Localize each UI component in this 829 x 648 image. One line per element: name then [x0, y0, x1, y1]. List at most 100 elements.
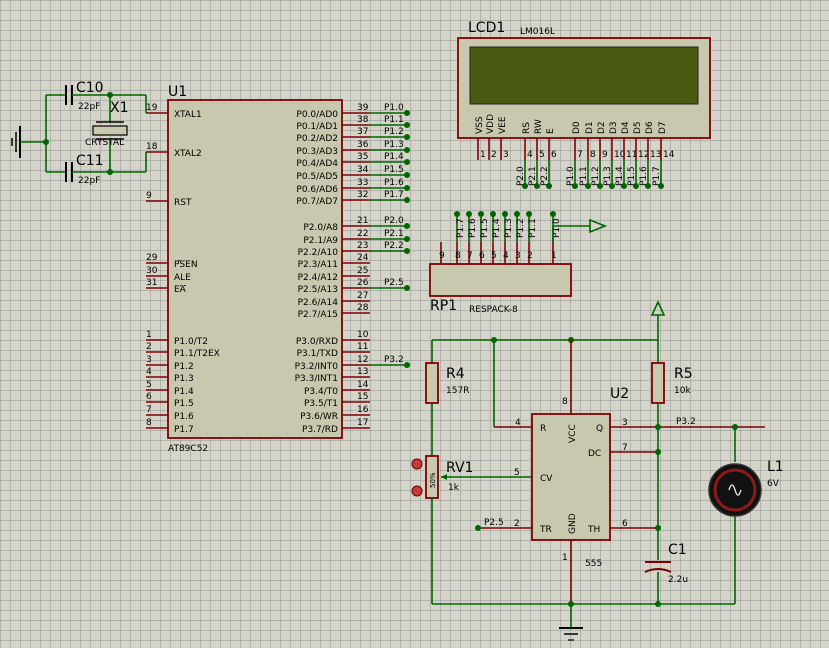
- rv1-ref: RV1: [446, 460, 473, 476]
- u1-net-label: P1.6: [384, 178, 404, 188]
- u1-pin-num: 36: [357, 140, 369, 150]
- lcd1-pin-name: VSS: [475, 116, 485, 134]
- r4-value: 157R: [446, 386, 469, 396]
- schematic-svg: LCD1 LM016L VSS1VDD2VEE3RS4P2.0RW5P2.1E6…: [11, 20, 784, 641]
- u1-pin-name: P2.7/A15: [298, 310, 338, 320]
- l1-ref: L1: [767, 459, 784, 475]
- u1-pin-name: P0.4/AD4: [296, 159, 338, 169]
- lcd1-pin-name: E: [546, 128, 556, 134]
- lcd1-part: LM016L: [520, 27, 555, 37]
- u1-pin-name: P0.0/AD0: [296, 110, 338, 120]
- schematic-canvas[interactable]: LCD1 LM016L VSS 1 VDD 2 VEE 3 RS 4 P2.0 RW 5 P2.1 E 6…: [0, 0, 829, 648]
- u1-pin-num: 30: [146, 266, 158, 276]
- lcd1-pin-name: D7: [658, 121, 668, 134]
- u1-pin-name: P2.5/A13: [298, 285, 338, 295]
- u2-part: 555: [585, 559, 602, 569]
- u1-pin-num: 33: [357, 178, 368, 188]
- u1-ref: U1: [168, 84, 187, 100]
- u1-net-label: P1.2: [384, 127, 404, 137]
- u1-pin-name: P0.6/AD6: [296, 185, 338, 195]
- lcd1-pin-name: D5: [633, 121, 643, 134]
- u1-net-label: P3.2: [384, 355, 404, 365]
- u1-pin-num: 34: [357, 165, 369, 175]
- c10-ref: C10: [76, 80, 104, 96]
- lcd1-net-label: P2.2: [540, 166, 550, 186]
- u1-pin-name: XTAL2: [174, 149, 202, 159]
- u1-pin-name: P3.2/INT0: [295, 362, 339, 372]
- rp1-pin-num: 2: [527, 251, 533, 261]
- tr-net-label: P2.5: [484, 518, 504, 528]
- x1-value: CRYSTAL: [85, 138, 124, 148]
- rp1-pin-6[interactable]: 6 P1.5: [478, 211, 490, 264]
- u1-pin-name: ALE: [174, 273, 191, 283]
- rp1-pin-3[interactable]: 3 P1.2: [514, 211, 526, 264]
- rp1-net-label: P1.4: [492, 218, 502, 238]
- u1-pin-num: 1: [146, 330, 152, 340]
- u1-pin-name: P3.7/RD: [302, 425, 338, 435]
- u1-pin-num: 10: [357, 330, 369, 340]
- u1-pin-name: P2.4/A12: [298, 273, 338, 283]
- u1[interactable]: U1 AT89C52 19XTAL118XTAL29RST29PSEN30ALE…: [146, 84, 410, 454]
- c10-value: 22pF: [78, 102, 100, 112]
- u1-pin-name: P3.6/WR: [300, 412, 338, 422]
- lcd1-net-label: P1.4: [615, 166, 625, 186]
- lcd1-pins: VSS 1 VDD 2 VEE 3 RS 4P2.0 RW 5P2.1 E 6P2.2 D0 7P1.0 D…: [475, 114, 675, 189]
- u1-part: AT89C52: [168, 444, 208, 454]
- u2-pin-q-label: Q: [596, 424, 603, 434]
- u2-pin2-num: 2: [514, 519, 520, 529]
- u1-pin-num: 26: [357, 278, 369, 288]
- q-net-label: P3.2: [676, 417, 696, 427]
- lcd1-pin-num: 13: [650, 150, 661, 160]
- lcd1-pin-name: D6: [645, 121, 655, 134]
- lcd1-pin-num: 8: [590, 150, 596, 160]
- u1-net-label: P1.0: [384, 103, 404, 113]
- rp1-pin-4[interactable]: 4 P1.3: [502, 211, 514, 264]
- rp1-pin-num: 6: [479, 251, 485, 261]
- lcd1-pin-name: RW: [534, 119, 544, 134]
- lcd1-pin-num: 14: [663, 150, 675, 160]
- u1-pin-num: 23: [357, 241, 368, 251]
- rp1-pin-9[interactable]: 9: [439, 242, 445, 264]
- u1-pin-num: 6: [146, 392, 152, 402]
- lcd1-net-label: P2.0: [516, 166, 526, 186]
- r5-value: 10k: [674, 386, 691, 396]
- rp1-part: RESPACK-8: [469, 305, 518, 315]
- lcd1-pin-name: D4: [621, 121, 631, 134]
- lcd1-pin-num: 6: [551, 150, 557, 160]
- u1-pin-num: 13: [357, 367, 368, 377]
- rp1-pin-8[interactable]: 8 P1.7: [454, 211, 466, 264]
- u2-pin5-num: 5: [514, 468, 520, 478]
- u1-pin-name: P2.3/A11: [298, 260, 338, 270]
- u1-pin-num: 12: [357, 355, 368, 365]
- u1-pin-num: 21: [357, 216, 368, 226]
- rv1-increase-button[interactable]: [411, 458, 423, 470]
- u1-pin-name: P1.0/T2: [174, 337, 208, 347]
- u1-pin-name: P1.5: [174, 399, 194, 409]
- u1-pin-num: 7: [146, 405, 152, 415]
- rp1-pin-7[interactable]: 7 P1.6: [466, 211, 478, 264]
- rp1-pin-2[interactable]: 2 P1.1: [526, 211, 538, 264]
- lcd1-pin-num: 4: [527, 150, 533, 160]
- u1-pin-num: 2: [146, 342, 152, 352]
- rp1-net-label: P1.5: [480, 218, 490, 238]
- r4-ref: R4: [446, 366, 465, 382]
- rv1-decrease-button[interactable]: [411, 485, 423, 497]
- rp1-ref: RP1: [430, 298, 457, 314]
- lcd1-net-label: P1.3: [603, 166, 613, 186]
- rp1-net-label: P1.3: [504, 218, 514, 238]
- l1-value: 6V: [767, 479, 780, 489]
- u2-pin-cv-label: CV: [540, 474, 553, 484]
- rp1-pin-1[interactable]: 1P1.0: [550, 211, 562, 264]
- rp1[interactable]: RP1 RESPACK-8 9 8 P1.7 7 P1.6 6 P1.5 5 P1.4 4 P1.3…: [429, 211, 608, 315]
- rp1-pin-5[interactable]: 5 P1.4: [490, 211, 502, 264]
- u1-pin-name: P2.2/A10: [298, 248, 339, 258]
- lcd1[interactable]: LCD1 LM016L VSS 1 VDD 2 VEE 3 RS 4P2.0 RW 5P2.1 E 6…: [457, 20, 711, 189]
- r5-ref: R5: [674, 366, 693, 382]
- u1-pin-name: RST: [174, 198, 192, 208]
- u1-pin-name: P1.1/T2EX: [174, 349, 220, 359]
- u1-pin-num: 16: [357, 405, 369, 415]
- u1-pin-name: XTAL1: [174, 110, 202, 120]
- lcd1-net-label: P1.2: [591, 166, 601, 186]
- u1-pin-num: 37: [357, 127, 368, 137]
- rp1-pins: 9 8 P1.7 7 P1.6 6 P1.5 5 P1.4 4 P1.3 3 P1.2 2 P1.1 1P1.…: [439, 211, 562, 264]
